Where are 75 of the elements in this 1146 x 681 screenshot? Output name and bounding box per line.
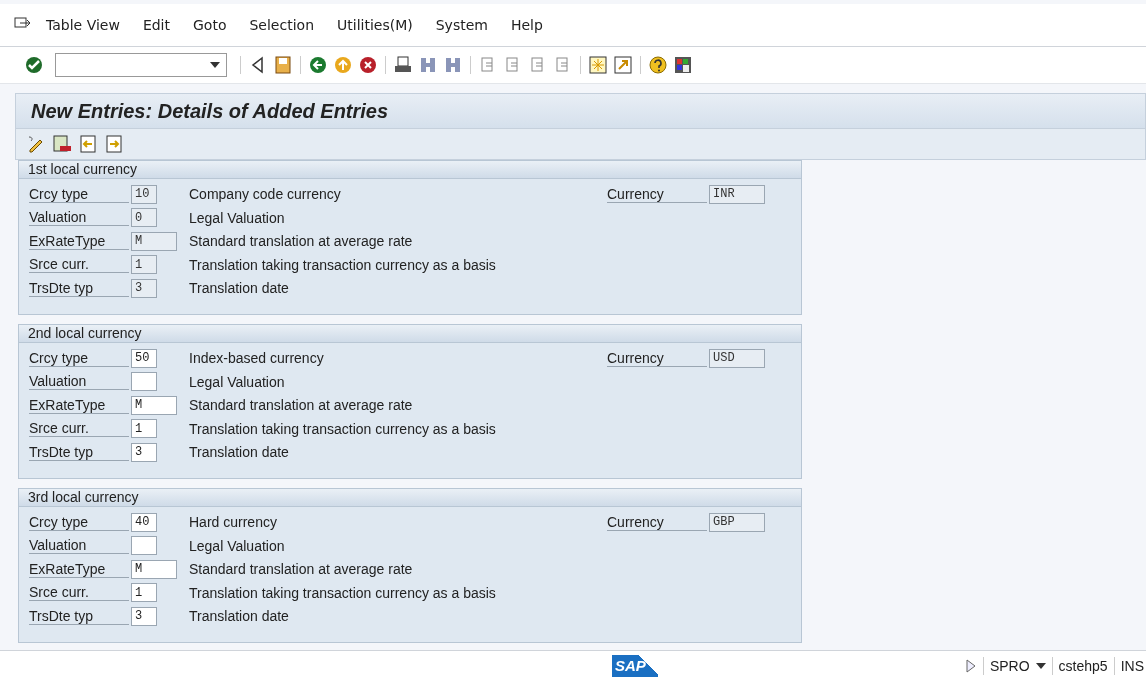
field-label: Crcy type [29,513,129,531]
input-field[interactable] [131,536,157,556]
field-label: ExRateType [29,396,129,414]
field-label: Currency [607,185,707,203]
field-label: TrsDte typ [29,443,129,461]
field-label: Srce curr. [29,584,129,602]
input-field[interactable]: 40 [131,512,157,532]
transaction-code[interactable]: SPRO [989,658,1030,674]
expand-icon[interactable] [964,658,977,674]
field-description: Legal Valuation [189,209,285,226]
menu-item[interactable]: Table View [46,17,120,33]
menu-item[interactable]: Goto [193,17,227,33]
field-description: Index-based currency [189,350,324,367]
field-description: Translation taking transaction currency as a basis [189,584,496,601]
input-field[interactable]: 3 [131,606,157,626]
input-field[interactable] [131,372,157,392]
field-label: ExRateType [29,560,129,578]
field-label: Valuation [29,373,129,391]
input-field[interactable]: 1 [131,419,157,439]
field-label: TrsDte typ [29,279,129,297]
new-window-icon[interactable] [588,55,608,75]
field-description: Legal Valuation [189,537,285,554]
field-label: Crcy type [29,185,129,203]
back-icon[interactable] [308,55,328,75]
menu-item[interactable]: Selection [249,17,314,33]
menu-item[interactable]: Utilities(M) [337,17,413,33]
field-label: Srce curr. [29,420,129,438]
caret-icon[interactable] [1035,663,1046,669]
logo: SAP [612,655,658,677]
input-field[interactable]: 1 [131,583,157,603]
field-description: Standard translation at average rate [189,233,413,250]
menu-item[interactable]: Edit [142,17,170,33]
command-field[interactable] [55,53,227,77]
field-description: Standard translation at average rate [189,561,413,578]
field-label: ExRateType [29,232,129,250]
input-field[interactable]: M [131,395,177,415]
input-mode: INS [1120,658,1144,674]
field-description: Translation date [189,608,289,625]
field-label: Valuation [29,537,129,555]
field-label: Valuation [29,209,129,227]
field-label: Crcy type [29,349,129,367]
section-title: 3rd local currency [19,488,801,507]
cancel-icon[interactable] [358,55,378,75]
print-icon[interactable] [393,55,413,75]
next-entry-icon[interactable] [104,134,124,154]
screen-title: New Entries: Details of Added Entries [31,99,389,123]
field-label: TrsDte typ [29,607,129,625]
settings-icon[interactable] [673,55,693,75]
field-description: Translation taking transaction currency as a basis [189,256,496,273]
section-title: 1st local currency [19,160,801,179]
input-field[interactable]: 3 [131,442,157,462]
section-title: 2nd local currency [19,324,801,343]
field-description: Hard currency [189,514,277,531]
caret-icon[interactable] [210,62,220,68]
field-label: Currency [607,513,707,531]
delete-icon[interactable] [52,134,72,154]
menu-item[interactable]: Help [510,17,543,33]
help-icon[interactable] [648,55,668,75]
field-description: Translation date [189,280,289,297]
exit-icon[interactable] [333,55,353,75]
field-label: Currency [607,349,707,367]
menu-item[interactable]: System [435,17,488,33]
field-description: Standard translation at average rate [189,397,413,414]
previous-entry-icon[interactable] [78,134,98,154]
field-label: Srce curr. [29,256,129,274]
field-description: Translation date [189,444,289,461]
input-field[interactable]: M [131,559,177,579]
check-icon[interactable] [24,55,44,75]
input-field[interactable]: 50 [131,348,157,368]
field-description: Translation taking transaction currency as a basis [189,420,496,437]
save-icon[interactable] [273,55,293,75]
server-name: cstehp5 [1058,658,1108,674]
shortcut-icon[interactable] [613,55,633,75]
field-description: Legal Valuation [189,373,285,390]
field-description: Company code currency [189,186,341,203]
